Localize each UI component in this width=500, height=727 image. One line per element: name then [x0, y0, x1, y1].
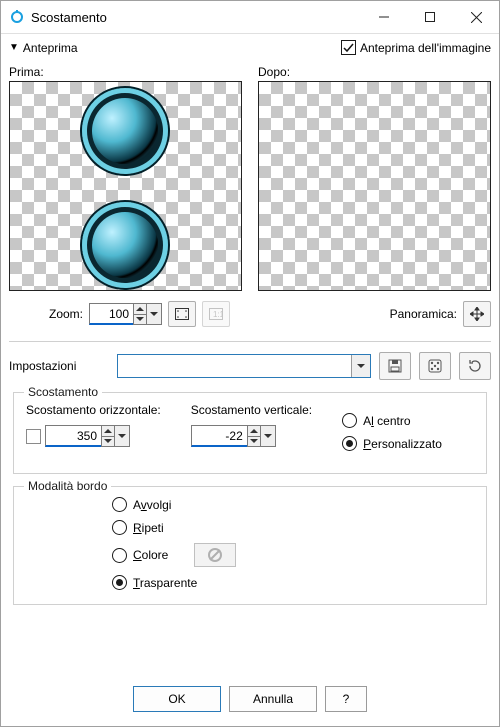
chevron-up-icon[interactable] — [248, 426, 260, 436]
wrap-radio[interactable]: Avvolgi — [112, 497, 236, 512]
close-button[interactable] — [453, 1, 499, 33]
chevron-up-icon[interactable] — [102, 426, 114, 436]
horizontal-lock-checkbox[interactable] — [26, 429, 41, 444]
custom-radio-label: Personalizzato — [363, 437, 442, 451]
vertical-offset-input[interactable] — [191, 425, 247, 447]
horizontal-offset-label: Scostamento orizzontale: — [26, 403, 161, 417]
vertical-offset-label: Scostamento verticale: — [191, 403, 312, 417]
titlebar: Scostamento — [1, 1, 499, 34]
preview-header: ▼ Anteprima Anteprima dell'immagine — [9, 40, 491, 55]
offset-legend: Scostamento — [24, 385, 102, 399]
svg-text:1:1: 1:1 — [213, 310, 223, 319]
dialog-window: Scostamento ▼ Anteprima Anteprima dell'i… — [0, 0, 500, 727]
edge-mode-legend: Modalità bordo — [24, 479, 111, 493]
radio-icon — [112, 520, 127, 535]
radio-icon — [112, 548, 127, 563]
repeat-radio[interactable]: Ripeti — [112, 520, 236, 535]
pan-label: Panoramica: — [390, 307, 457, 321]
random-preset-button[interactable] — [419, 352, 451, 380]
zoom-input[interactable] — [89, 303, 133, 325]
save-preset-button[interactable] — [379, 352, 411, 380]
preset-combo[interactable] — [117, 354, 371, 378]
wrap-radio-label: Avvolgi — [133, 498, 171, 512]
color-radio[interactable]: Colore — [112, 543, 236, 567]
app-icon — [9, 9, 25, 25]
cancel-button[interactable]: Annulla — [229, 686, 317, 712]
vertical-offset-spinner[interactable] — [191, 425, 276, 447]
color-radio-label: Colore — [133, 548, 168, 562]
preset-field[interactable] — [118, 355, 351, 377]
zoom-spinner[interactable] — [89, 303, 162, 325]
help-button[interactable]: ? — [325, 686, 367, 712]
window-title: Scostamento — [31, 10, 107, 25]
pan-button[interactable] — [463, 301, 491, 327]
zoom-label: Zoom: — [49, 307, 83, 321]
vertical-offset-dropdown[interactable] — [260, 425, 276, 447]
image-preview-checkbox[interactable] — [341, 40, 356, 55]
zoom-down-icon[interactable] — [134, 314, 146, 325]
maximize-button[interactable] — [407, 1, 453, 33]
chevron-down-icon[interactable] — [102, 436, 114, 447]
collapse-icon[interactable]: ▼ — [9, 42, 19, 53]
zoom-up-icon[interactable] — [134, 304, 146, 314]
dialog-buttons: OK Annulla ? — [9, 674, 491, 726]
ok-button[interactable]: OK — [133, 686, 221, 712]
after-preview[interactable] — [258, 81, 491, 291]
zoom-row: Zoom: 1:1 Panoramica: — [9, 301, 491, 327]
zoom-spin-buttons[interactable] — [133, 303, 146, 325]
center-radio[interactable]: Al centro — [342, 413, 442, 428]
horizontal-offset-spinner[interactable] — [45, 425, 130, 447]
preset-dropdown-icon[interactable] — [351, 355, 370, 377]
minimize-button[interactable] — [361, 1, 407, 33]
edge-mode-group: Modalità bordo Avvolgi Ripeti Colore — [13, 486, 487, 605]
repeat-radio-label: Ripeti — [133, 521, 164, 535]
preview-panes: Prima: Dopo: — [9, 65, 491, 291]
radio-icon — [112, 575, 127, 590]
after-label: Dopo: — [258, 65, 491, 79]
settings-label: Impostazioni — [9, 359, 109, 373]
radio-icon — [342, 413, 357, 428]
chevron-down-icon[interactable] — [248, 436, 260, 447]
radio-icon — [112, 497, 127, 512]
image-preview-label: Anteprima dell'immagine — [360, 41, 491, 55]
transparent-radio-label: Trasparente — [133, 576, 197, 590]
settings-row: Impostazioni — [9, 352, 491, 380]
preview-toggle-label[interactable]: Anteprima — [23, 41, 78, 55]
actual-size-button[interactable]: 1:1 — [202, 301, 230, 327]
fit-window-button[interactable] — [168, 301, 196, 327]
center-radio-label: Al centro — [363, 414, 410, 428]
horizontal-offset-input[interactable] — [45, 425, 101, 447]
radio-icon — [342, 436, 357, 451]
offset-group: Scostamento Scostamento orizzontale: Sco — [13, 392, 487, 474]
before-label: Prima: — [9, 65, 242, 79]
horizontal-offset-dropdown[interactable] — [114, 425, 130, 447]
divider — [9, 341, 491, 342]
reset-preset-button[interactable] — [459, 352, 491, 380]
before-preview[interactable] — [9, 81, 242, 291]
transparent-radio[interactable]: Trasparente — [112, 575, 236, 590]
color-swatch[interactable] — [194, 543, 236, 567]
zoom-dropdown[interactable] — [146, 303, 162, 325]
custom-radio[interactable]: Personalizzato — [342, 436, 442, 451]
